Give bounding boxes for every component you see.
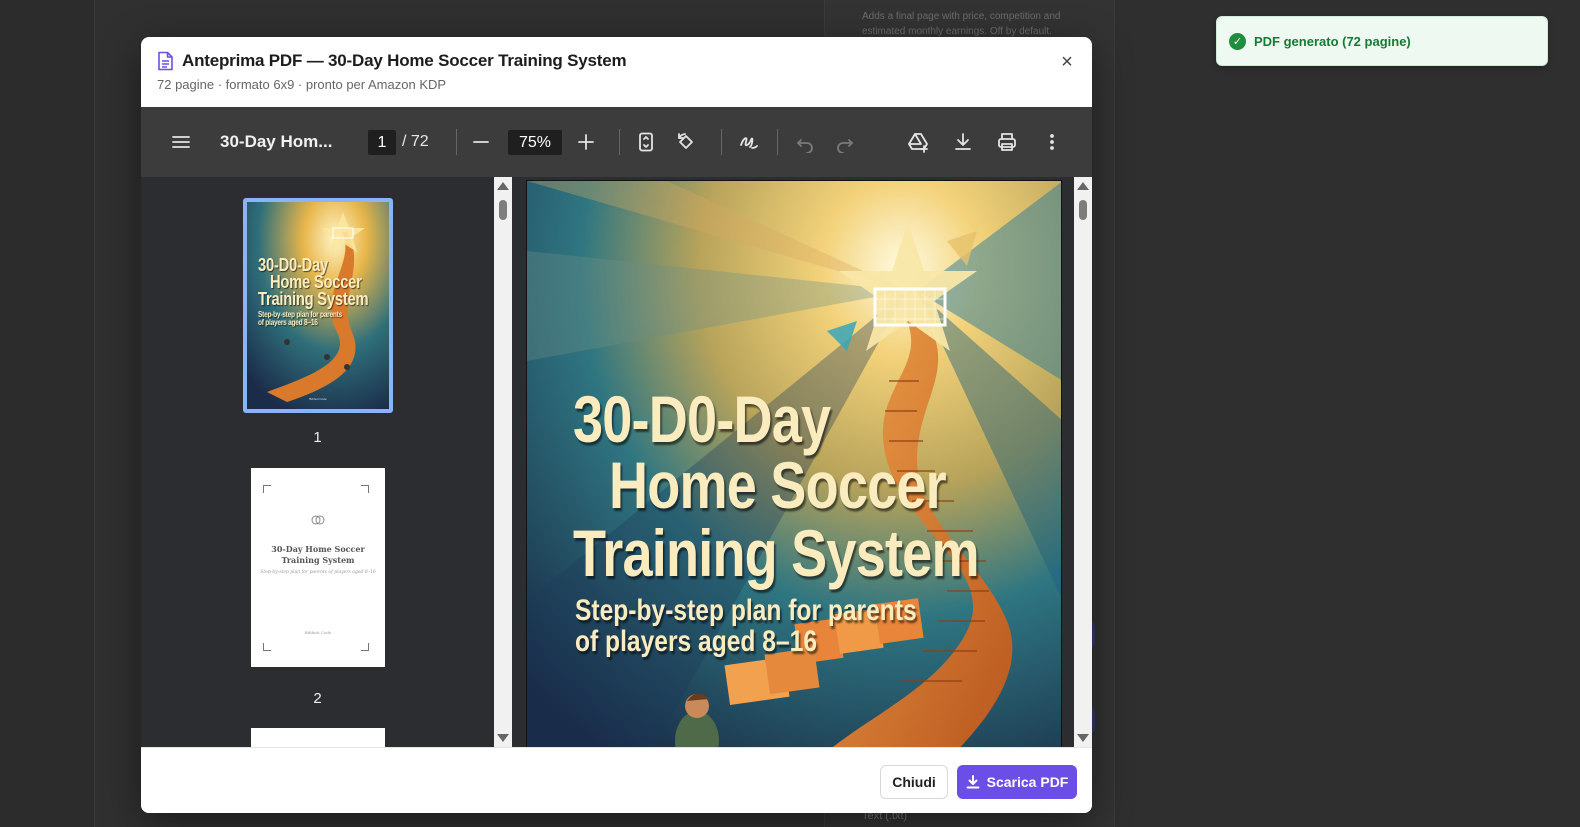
thumbnail-subtitle-line: of players aged 8–16 xyxy=(258,318,318,327)
page-scrollbar[interactable] xyxy=(1074,177,1092,747)
thumbnail-title-line: 30-Day Home Soccer xyxy=(271,544,365,554)
scroll-up-arrow[interactable] xyxy=(1077,182,1089,190)
pdf-preview-modal: Anteprima PDF — 30-Day Home Soccer Train… xyxy=(141,37,1092,813)
modal-subtitle: 72 pagine · formato 6x9 · pronto per Ama… xyxy=(157,77,447,92)
scroll-down-arrow[interactable] xyxy=(1077,734,1089,742)
background-sidebar xyxy=(0,0,95,827)
rotate-icon[interactable] xyxy=(671,127,701,157)
close-icon[interactable]: × xyxy=(1056,51,1078,73)
menu-icon[interactable] xyxy=(166,127,196,157)
undo-icon[interactable] xyxy=(790,127,820,157)
scrollbar-thumb[interactable] xyxy=(1079,200,1087,220)
corner-mark xyxy=(361,643,369,651)
ornament-icon xyxy=(311,515,325,525)
pdf-toolbar: 30-Day Hom... 1 / 72 75% xyxy=(141,107,1092,177)
scrollbar-thumb[interactable] xyxy=(499,200,507,220)
more-options-icon[interactable] xyxy=(1037,127,1067,157)
download-pdf-button[interactable]: Scarica PDF xyxy=(957,765,1077,799)
thumbnail-number: 1 xyxy=(313,429,322,446)
corner-mark xyxy=(263,485,271,493)
pdf-viewer: 30-Day Hom... 1 / 72 75% Bibhuti Code 30… xyxy=(141,107,1092,747)
thumbnail-title-line: Training System xyxy=(258,289,369,309)
zoom-in-icon[interactable] xyxy=(571,127,601,157)
thumbnail-page-3[interactable] xyxy=(251,728,385,747)
fit-page-icon[interactable] xyxy=(631,127,661,157)
thumbnail-author: Bibhuti Code xyxy=(304,630,332,635)
document-name: 30-Day Hom... xyxy=(220,132,333,151)
thumbnail-title: 30-Day Home Soccer Training System xyxy=(251,544,385,566)
zoom-out-icon[interactable] xyxy=(466,127,496,157)
close-button[interactable]: Chiudi xyxy=(880,765,948,799)
cover-title-line-2: Home Soccer xyxy=(609,448,947,522)
background-hint-text: Adds a final page with price, competitio… xyxy=(862,11,1061,37)
modal-header: Anteprima PDF — 30-Day Home Soccer Train… xyxy=(141,37,1092,107)
document-icon xyxy=(158,51,173,71)
thumbnail-title-line: Training System xyxy=(281,555,355,565)
cover-page: 30-D0-Day Home Soccer Training System St… xyxy=(526,180,1062,747)
toolbar-divider xyxy=(721,129,722,155)
cover-subtitle-line-1: Step-by-step plan for parents xyxy=(575,594,917,627)
modal-title: Anteprima PDF — 30-Day Home Soccer Train… xyxy=(182,51,627,70)
cover-title-line-1: 30-D0-Day xyxy=(573,382,831,456)
modal-footer: Chiudi Scarica PDF xyxy=(141,747,1092,813)
page-number-input[interactable]: 1 xyxy=(368,130,396,155)
toast-message: PDF generato (72 pagine) xyxy=(1254,33,1411,49)
thumbnail-scrollbar[interactable] xyxy=(494,177,512,747)
thumbnail-subtitle: Step-by-step plan for parents of players… xyxy=(260,570,376,575)
page-view: 30-D0-Day Home Soccer Training System St… xyxy=(512,177,1074,747)
corner-mark xyxy=(263,643,271,651)
check-circle-icon: ✓ xyxy=(1229,32,1246,50)
scroll-down-arrow[interactable] xyxy=(497,734,509,742)
toolbar-divider xyxy=(456,129,457,155)
save-to-drive-icon[interactable] xyxy=(903,127,933,157)
corner-mark xyxy=(361,485,369,493)
page-total: / 72 xyxy=(402,133,429,150)
svg-text:Bibhuti Code: Bibhuti Code xyxy=(309,397,327,401)
print-icon[interactable] xyxy=(992,127,1022,157)
download-icon[interactable] xyxy=(948,127,978,157)
download-pdf-label: Scarica PDF xyxy=(986,774,1069,790)
download-icon xyxy=(966,775,980,789)
cover-subtitle-line-2: of players aged 8–16 xyxy=(575,625,818,658)
thumbnail-sidebar: Bibhuti Code 30-D0-Day Home Soccer Train… xyxy=(141,177,494,747)
toolbar-divider xyxy=(619,129,620,155)
thumbnail-page-1[interactable]: Bibhuti Code 30-D0-Day Home Soccer Train… xyxy=(243,198,393,413)
success-toast: ✓ PDF generato (72 pagine) xyxy=(1216,16,1548,66)
redo-icon[interactable] xyxy=(830,127,860,157)
zoom-input[interactable]: 75% xyxy=(508,130,562,155)
scroll-up-arrow[interactable] xyxy=(497,182,509,190)
toolbar-divider xyxy=(777,129,778,155)
thumbnail-page-2[interactable]: 30-Day Home Soccer Training System Step-… xyxy=(251,468,385,667)
annotate-icon[interactable] xyxy=(734,127,764,157)
thumbnail-number: 2 xyxy=(313,690,322,707)
cover-title-line-3: Training System xyxy=(573,516,980,590)
